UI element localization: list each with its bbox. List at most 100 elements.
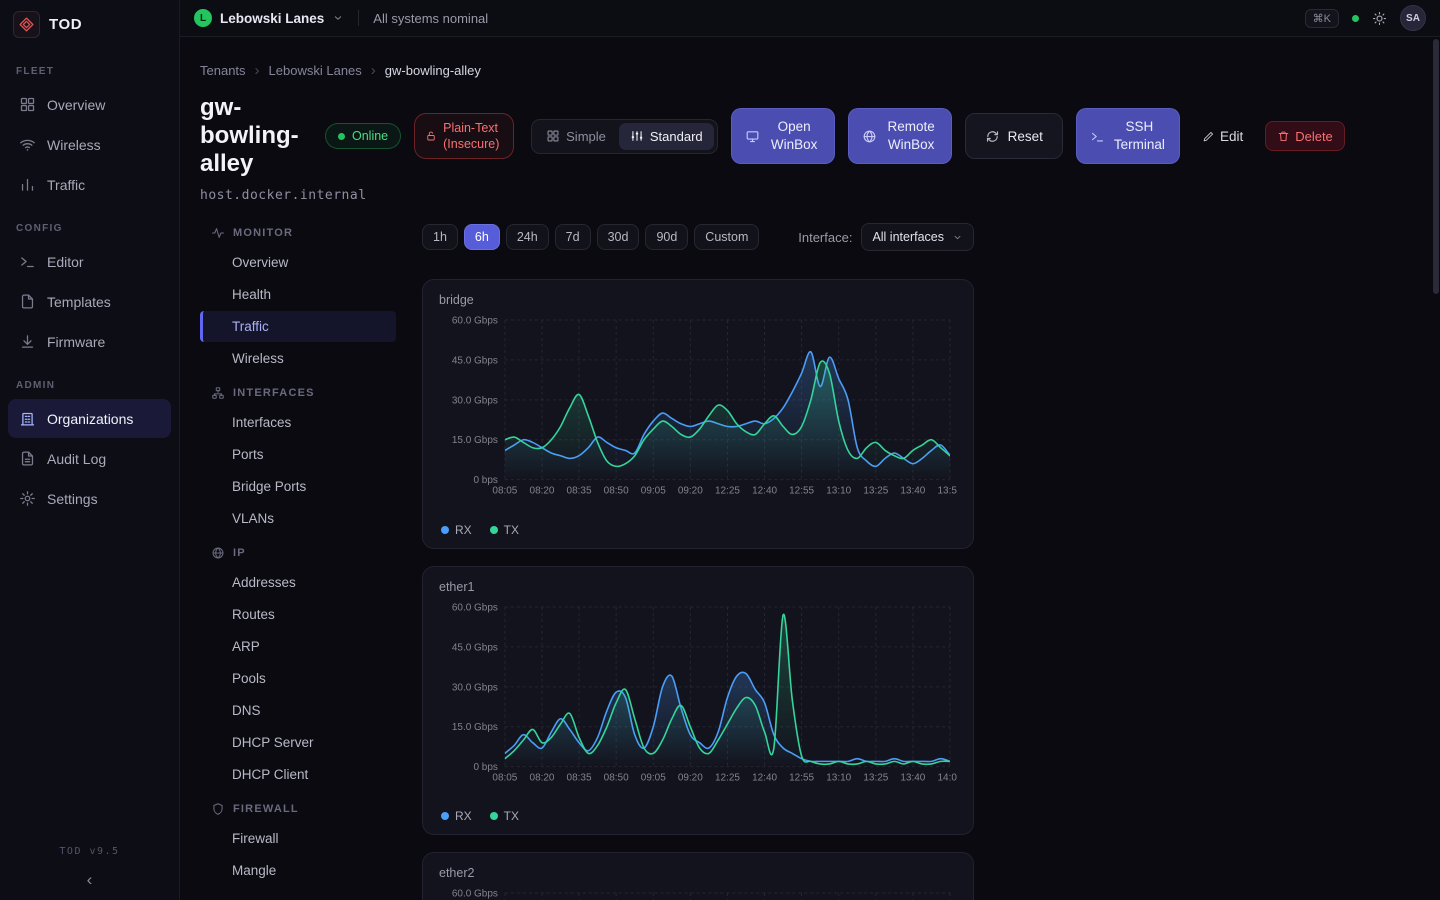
- subnav-item-dns[interactable]: DNS: [200, 695, 396, 726]
- legend-label: TX: [504, 809, 519, 823]
- sidebar-item-audit-log[interactable]: Audit Log: [8, 439, 171, 478]
- subnav-item-firewall[interactable]: Firewall: [200, 823, 396, 854]
- svg-text:08:35: 08:35: [567, 772, 592, 783]
- subnav-item-health[interactable]: Health: [200, 279, 396, 310]
- sidebar-item-templates[interactable]: Templates: [8, 282, 171, 321]
- edit-button[interactable]: Edit: [1193, 123, 1252, 150]
- remote-winbox-button[interactable]: Remote WinBox: [848, 108, 952, 164]
- subnav-item-ports[interactable]: Ports: [200, 439, 396, 470]
- subnav-item-overview[interactable]: Overview: [200, 247, 396, 278]
- range-1h-button[interactable]: 1h: [422, 224, 458, 250]
- subnav-item-interfaces[interactable]: Interfaces: [200, 407, 396, 438]
- chevron-down-icon: [952, 232, 963, 243]
- range-custom-button[interactable]: Custom: [694, 224, 759, 250]
- legend-label: RX: [455, 809, 472, 823]
- svg-text:09:20: 09:20: [678, 486, 703, 497]
- svg-text:12:25: 12:25: [715, 486, 740, 497]
- user-avatar[interactable]: SA: [1400, 5, 1426, 31]
- svg-text:08:05: 08:05: [492, 772, 517, 783]
- svg-text:08:50: 08:50: [604, 772, 629, 783]
- pencil-icon: [1202, 130, 1215, 143]
- sidebar-item-editor[interactable]: Editor: [8, 242, 171, 281]
- brand-diamond-icon: [13, 11, 40, 38]
- subnav-item-dhcp-server[interactable]: DHCP Server: [200, 727, 396, 758]
- health-dot-icon: [1352, 15, 1359, 22]
- svg-text:08:50: 08:50: [604, 486, 629, 497]
- sidebar-item-overview[interactable]: Overview: [8, 85, 171, 124]
- subnav-item-vlans[interactable]: VLANs: [200, 503, 396, 534]
- topbar: L Lebowski Lanes All systems nominal ⌘K …: [180, 0, 1440, 37]
- range-24h-button[interactable]: 24h: [506, 224, 549, 250]
- sidebar-section-config: CONFIG: [0, 205, 179, 241]
- subnav-item-bridge-ports[interactable]: Bridge Ports: [200, 471, 396, 502]
- svg-text:30.0 Gbps: 30.0 Gbps: [452, 682, 498, 693]
- sidebar-footer: TOD v9.5 ‹: [0, 836, 179, 900]
- globe-icon: [862, 129, 877, 144]
- terminal-icon: [1090, 129, 1105, 144]
- globe-icon: [211, 546, 225, 560]
- device-header: gw-bowling-alley Online Plain-Text (Inse…: [200, 94, 1440, 178]
- svg-text:08:05: 08:05: [492, 486, 517, 497]
- subnav-item-mangle[interactable]: Mangle: [200, 855, 396, 886]
- breadcrumb-tenants[interactable]: Tenants: [200, 63, 246, 78]
- legend-item-rx[interactable]: RX: [441, 523, 472, 537]
- interface-select[interactable]: All interfaces: [861, 223, 974, 251]
- legend-item-tx[interactable]: TX: [490, 809, 519, 823]
- delete-button[interactable]: Delete: [1265, 121, 1345, 151]
- subnav-section-firewall: FIREWALL: [200, 791, 396, 822]
- range-90d-button[interactable]: 90d: [645, 224, 688, 250]
- tenant-switcher[interactable]: L Lebowski Lanes: [194, 9, 344, 27]
- reset-button[interactable]: Reset: [965, 113, 1063, 159]
- subnav-section-label: IP: [233, 547, 246, 559]
- legend-item-rx[interactable]: RX: [441, 809, 472, 823]
- network-icon: [211, 386, 225, 400]
- theme-toggle-sun-icon[interactable]: [1372, 11, 1387, 26]
- unlock-icon: [425, 130, 437, 142]
- device-subnav: MONITOR OverviewHealthTrafficWireless IN…: [200, 215, 396, 887]
- interface-filter: Interface: All interfaces: [798, 223, 974, 251]
- subnav-item-pools[interactable]: Pools: [200, 663, 396, 694]
- subnav-item-dhcp-client[interactable]: DHCP Client: [200, 759, 396, 790]
- ssh-terminal-button[interactable]: SSH Terminal: [1076, 108, 1180, 164]
- subnav-item-traffic[interactable]: Traffic: [200, 311, 396, 342]
- command-palette-shortcut[interactable]: ⌘K: [1305, 9, 1339, 28]
- sidebar-collapse-button[interactable]: ‹: [87, 871, 93, 888]
- topbar-right: ⌘K SA: [1305, 5, 1426, 31]
- sidebar-item-label: Wireless: [47, 137, 101, 153]
- sidebar-item-label: Overview: [47, 97, 105, 113]
- download-icon: [19, 333, 36, 350]
- scrollbar-thumb[interactable]: [1433, 39, 1439, 294]
- delete-label: Delete: [1295, 129, 1333, 144]
- subnav-item-addresses[interactable]: Addresses: [200, 567, 396, 598]
- traffic-chart: 60.0 Gbps45.0 Gbps30.0 Gbps15.0 Gbps0 bp…: [439, 883, 957, 900]
- svg-text:08:20: 08:20: [530, 772, 555, 783]
- sidebar-item-wireless[interactable]: Wireless: [8, 125, 171, 164]
- mode-standard-button[interactable]: Standard: [619, 123, 714, 150]
- range-7d-button[interactable]: 7d: [555, 224, 591, 250]
- online-status-badge: Online: [325, 123, 401, 149]
- terminal-icon: [19, 253, 36, 270]
- range-30d-button[interactable]: 30d: [597, 224, 640, 250]
- legend-item-tx[interactable]: TX: [490, 523, 519, 537]
- app-logo[interactable]: TOD: [0, 0, 179, 48]
- range-6h-button[interactable]: 6h: [464, 224, 500, 250]
- chart-title: ether2: [439, 866, 957, 880]
- sidebar-item-label: Settings: [47, 491, 98, 507]
- sidebar-item-organizations[interactable]: Organizations: [8, 399, 171, 438]
- subnav-item-wireless[interactable]: Wireless: [200, 343, 396, 374]
- svg-text:08:35: 08:35: [567, 486, 592, 497]
- tenant-name: Lebowski Lanes: [220, 11, 324, 26]
- view-mode-toggle: Simple Standard: [531, 119, 718, 154]
- mode-simple-button[interactable]: Simple: [535, 123, 617, 150]
- legend-dot-icon: [441, 526, 449, 534]
- chart-card-ether1: ether1 60.0 Gbps45.0 Gbps30.0 Gbps15.0 G…: [422, 566, 974, 836]
- sidebar-item-firmware[interactable]: Firmware: [8, 322, 171, 361]
- breadcrumb-tenant[interactable]: Lebowski Lanes: [269, 63, 362, 78]
- subnav-section-label: INTERFACES: [233, 387, 315, 399]
- subnav-item-arp[interactable]: ARP: [200, 631, 396, 662]
- legend-dot-icon: [441, 812, 449, 820]
- open-winbox-button[interactable]: Open WinBox: [731, 108, 835, 164]
- subnav-item-routes[interactable]: Routes: [200, 599, 396, 630]
- sidebar-item-traffic[interactable]: Traffic: [8, 165, 171, 204]
- sidebar-item-settings[interactable]: Settings: [8, 479, 171, 518]
